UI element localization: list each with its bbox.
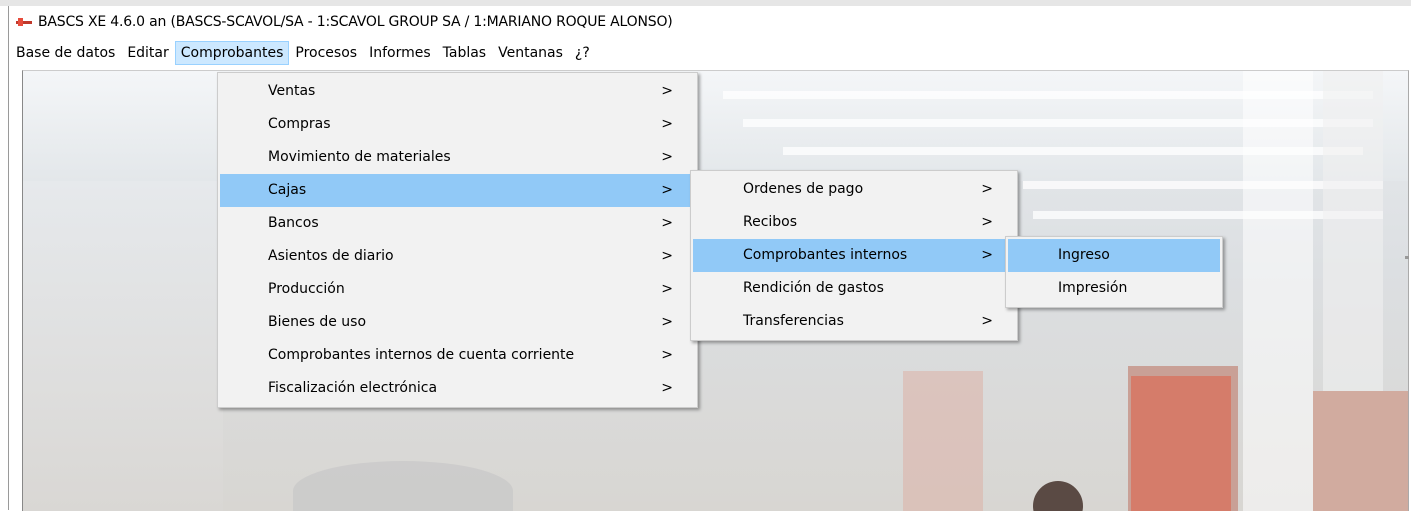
menu-item-impresion[interactable]: Impresión — [1008, 272, 1220, 305]
submenu-arrow-icon: > — [981, 181, 993, 197]
menu-item-movimiento-de-materiales[interactable]: Movimiento de materiales > — [220, 141, 695, 174]
menu-item-compras[interactable]: Compras > — [220, 108, 695, 141]
menu-item-label: Impresión — [1058, 280, 1128, 296]
menu-help[interactable]: ¿? — [569, 41, 596, 65]
menu-item-transferencias[interactable]: Transferencias > — [693, 305, 1015, 338]
menu-item-label: Compras — [268, 116, 331, 132]
menu-editar[interactable]: Editar — [121, 41, 174, 65]
submenu-arrow-icon: > — [981, 214, 993, 230]
menu-bar: Base de datos Editar Comprobantes Proces… — [10, 40, 1403, 66]
comprobantes-dropdown: Ventas > Compras > Movimiento de materiale… — [217, 72, 698, 408]
menu-item-ingreso[interactable]: Ingreso — [1008, 239, 1220, 272]
menu-item-bancos[interactable]: Bancos > — [220, 207, 695, 240]
bg-person-head — [1033, 481, 1083, 511]
bg-red-panel — [1313, 391, 1408, 511]
submenu-arrow-icon: > — [661, 347, 673, 363]
menu-item-ventas[interactable]: Ventas > — [220, 75, 695, 108]
menu-item-label: Ingreso — [1058, 247, 1110, 263]
menu-item-bienes-de-uso[interactable]: Bienes de uso > — [220, 306, 695, 339]
submenu-arrow-icon: > — [981, 247, 993, 263]
bg-left-area — [23, 181, 223, 511]
submenu-arrow-icon: > — [661, 215, 673, 231]
window-left-edge — [0, 6, 8, 510]
menu-procesos[interactable]: Procesos — [289, 41, 363, 65]
menu-item-label: Movimiento de materiales — [268, 149, 451, 165]
submenu-arrow-icon: > — [661, 83, 673, 99]
window-top-edge — [0, 0, 1411, 6]
window-left-border — [8, 6, 9, 510]
menu-item-label: Bancos — [268, 215, 319, 231]
menu-item-label: Transferencias — [743, 313, 844, 329]
menu-item-label: Fiscalización electrónica — [268, 380, 438, 396]
title-bar: BASCS XE 4.6.0 an (BASCS-SCAVOL/SA - 1:S… — [10, 8, 1403, 36]
submenu-arrow-icon: > — [661, 248, 673, 264]
menu-item-label: Bienes de uso — [268, 314, 367, 330]
menu-item-label: Asientos de diario — [268, 248, 394, 264]
submenu-arrow-icon: > — [661, 314, 673, 330]
menu-item-label: Rendición de gastos — [743, 280, 884, 296]
menu-item-rendicion-de-gastos[interactable]: Rendición de gastos — [693, 272, 1015, 305]
menu-item-label: Ordenes de pago — [743, 181, 864, 197]
bg-red-panel-inner — [1131, 376, 1231, 511]
menu-tablas[interactable]: Tablas — [437, 41, 492, 65]
submenu-arrow-icon: > — [661, 182, 673, 198]
menu-item-label: Recibos — [743, 214, 798, 230]
bg-blur-shape — [293, 461, 513, 511]
menu-informes[interactable]: Informes — [363, 41, 437, 65]
comprobantes-internos-submenu: Ingreso Impresión — [1005, 236, 1223, 308]
window-edge-mark — [1405, 256, 1409, 259]
menu-item-comprobantes-internos-cuenta-corriente[interactable]: Comprobantes internos de cuenta corrient… — [220, 339, 695, 372]
menu-base-de-datos[interactable]: Base de datos — [10, 41, 121, 65]
menu-item-ordenes-de-pago[interactable]: Ordenes de pago > — [693, 173, 1015, 206]
menu-item-produccion[interactable]: Producción > — [220, 273, 695, 306]
menu-item-comprobantes-internos[interactable]: Comprobantes internos > — [693, 239, 1015, 272]
cajas-submenu: Ordenes de pago > Recibos > Comprobantes i… — [690, 170, 1018, 341]
submenu-arrow-icon: > — [981, 313, 993, 329]
app-logo-icon — [16, 18, 32, 26]
menu-comprobantes[interactable]: Comprobantes — [174, 41, 290, 65]
bg-pillar — [1243, 71, 1313, 511]
menu-item-cajas[interactable]: Cajas > — [220, 174, 695, 207]
menu-item-label: Comprobantes internos — [743, 247, 908, 263]
window-title: BASCS XE 4.6.0 an (BASCS-SCAVOL/SA - 1:S… — [38, 14, 673, 30]
bg-door — [903, 371, 983, 511]
menu-item-label: Producción — [268, 281, 345, 297]
menu-item-label: Comprobantes internos de cuenta corrient… — [268, 347, 575, 363]
submenu-arrow-icon: > — [661, 116, 673, 132]
submenu-arrow-icon: > — [661, 380, 673, 396]
submenu-arrow-icon: > — [661, 281, 673, 297]
menu-item-recibos[interactable]: Recibos > — [693, 206, 1015, 239]
menu-item-asientos-de-diario[interactable]: Asientos de diario > — [220, 240, 695, 273]
menu-item-label: Cajas — [268, 182, 307, 198]
submenu-arrow-icon: > — [661, 149, 673, 165]
menu-ventanas[interactable]: Ventanas — [492, 41, 569, 65]
menu-item-label: Ventas — [268, 83, 316, 99]
menu-item-fiscalizacion-electronica[interactable]: Fiscalización electrónica > — [220, 372, 695, 405]
